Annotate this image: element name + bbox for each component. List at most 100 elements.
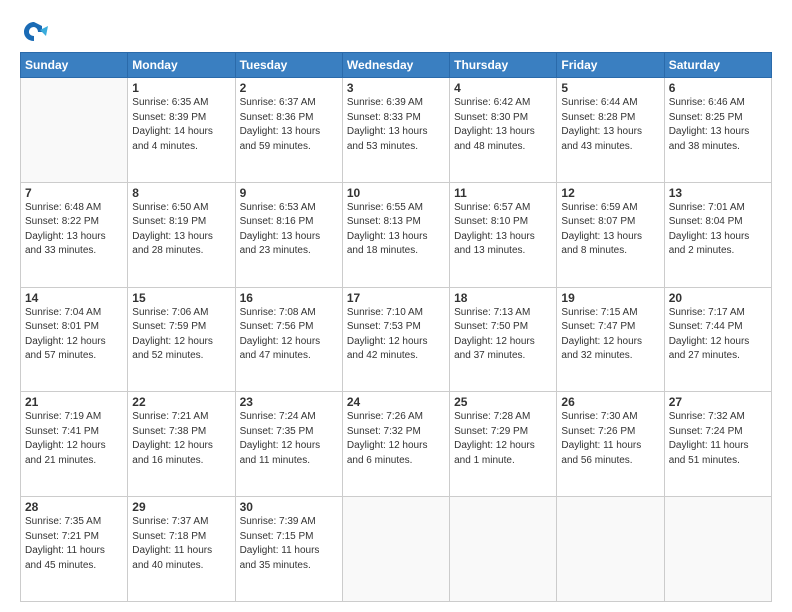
day-info: Sunrise: 7:08 AMSunset: 7:56 PMDaylight:… xyxy=(240,306,338,364)
day-info: Sunrise: 6:44 AMSunset: 8:28 PMDaylight:… xyxy=(561,96,659,154)
day-number: 23 xyxy=(240,395,338,409)
logo xyxy=(20,18,52,46)
day-info: Sunrise: 6:48 AMSunset: 8:22 PMDaylight:… xyxy=(25,201,123,259)
calendar-cell: 13Sunrise: 7:01 AMSunset: 8:04 PMDayligh… xyxy=(664,182,771,287)
logo-icon xyxy=(20,18,48,46)
day-info: Sunrise: 6:53 AMSunset: 8:16 PMDaylight:… xyxy=(240,201,338,259)
calendar-cell: 6Sunrise: 6:46 AMSunset: 8:25 PMDaylight… xyxy=(664,78,771,183)
calendar-cell: 16Sunrise: 7:08 AMSunset: 7:56 PMDayligh… xyxy=(235,287,342,392)
day-number: 30 xyxy=(240,500,338,514)
day-info: Sunrise: 7:21 AMSunset: 7:38 PMDaylight:… xyxy=(132,410,230,468)
day-info: Sunrise: 6:42 AMSunset: 8:30 PMDaylight:… xyxy=(454,96,552,154)
calendar-cell: 21Sunrise: 7:19 AMSunset: 7:41 PMDayligh… xyxy=(21,392,128,497)
calendar-cell xyxy=(557,497,664,602)
weekday-header-tuesday: Tuesday xyxy=(235,53,342,78)
day-number: 10 xyxy=(347,186,445,200)
week-row-1: 1Sunrise: 6:35 AMSunset: 8:39 PMDaylight… xyxy=(21,78,772,183)
day-number: 5 xyxy=(561,81,659,95)
weekday-header-thursday: Thursday xyxy=(450,53,557,78)
day-info: Sunrise: 6:46 AMSunset: 8:25 PMDaylight:… xyxy=(669,96,767,154)
day-info: Sunrise: 7:26 AMSunset: 7:32 PMDaylight:… xyxy=(347,410,445,468)
calendar-cell: 12Sunrise: 6:59 AMSunset: 8:07 PMDayligh… xyxy=(557,182,664,287)
calendar-cell: 3Sunrise: 6:39 AMSunset: 8:33 PMDaylight… xyxy=(342,78,449,183)
day-info: Sunrise: 6:39 AMSunset: 8:33 PMDaylight:… xyxy=(347,96,445,154)
day-number: 3 xyxy=(347,81,445,95)
calendar-cell: 8Sunrise: 6:50 AMSunset: 8:19 PMDaylight… xyxy=(128,182,235,287)
calendar-cell xyxy=(450,497,557,602)
day-number: 9 xyxy=(240,186,338,200)
day-number: 26 xyxy=(561,395,659,409)
day-info: Sunrise: 6:35 AMSunset: 8:39 PMDaylight:… xyxy=(132,96,230,154)
calendar-cell: 17Sunrise: 7:10 AMSunset: 7:53 PMDayligh… xyxy=(342,287,449,392)
day-number: 4 xyxy=(454,81,552,95)
day-number: 24 xyxy=(347,395,445,409)
calendar-cell xyxy=(664,497,771,602)
calendar-cell: 11Sunrise: 6:57 AMSunset: 8:10 PMDayligh… xyxy=(450,182,557,287)
day-number: 12 xyxy=(561,186,659,200)
day-number: 7 xyxy=(25,186,123,200)
day-number: 20 xyxy=(669,291,767,305)
week-row-2: 7Sunrise: 6:48 AMSunset: 8:22 PMDaylight… xyxy=(21,182,772,287)
day-info: Sunrise: 7:30 AMSunset: 7:26 PMDaylight:… xyxy=(561,410,659,468)
day-number: 14 xyxy=(25,291,123,305)
calendar-cell: 14Sunrise: 7:04 AMSunset: 8:01 PMDayligh… xyxy=(21,287,128,392)
calendar-cell: 4Sunrise: 6:42 AMSunset: 8:30 PMDaylight… xyxy=(450,78,557,183)
day-info: Sunrise: 7:39 AMSunset: 7:15 PMDaylight:… xyxy=(240,515,338,573)
weekday-header-friday: Friday xyxy=(557,53,664,78)
day-info: Sunrise: 6:37 AMSunset: 8:36 PMDaylight:… xyxy=(240,96,338,154)
day-info: Sunrise: 6:50 AMSunset: 8:19 PMDaylight:… xyxy=(132,201,230,259)
day-info: Sunrise: 7:01 AMSunset: 8:04 PMDaylight:… xyxy=(669,201,767,259)
day-number: 13 xyxy=(669,186,767,200)
day-number: 25 xyxy=(454,395,552,409)
day-number: 29 xyxy=(132,500,230,514)
calendar-cell: 28Sunrise: 7:35 AMSunset: 7:21 PMDayligh… xyxy=(21,497,128,602)
weekday-header-row: SundayMondayTuesdayWednesdayThursdayFrid… xyxy=(21,53,772,78)
calendar-cell: 22Sunrise: 7:21 AMSunset: 7:38 PMDayligh… xyxy=(128,392,235,497)
day-info: Sunrise: 7:10 AMSunset: 7:53 PMDaylight:… xyxy=(347,306,445,364)
day-number: 19 xyxy=(561,291,659,305)
calendar-cell: 25Sunrise: 7:28 AMSunset: 7:29 PMDayligh… xyxy=(450,392,557,497)
day-info: Sunrise: 7:37 AMSunset: 7:18 PMDaylight:… xyxy=(132,515,230,573)
day-info: Sunrise: 7:06 AMSunset: 7:59 PMDaylight:… xyxy=(132,306,230,364)
day-info: Sunrise: 7:28 AMSunset: 7:29 PMDaylight:… xyxy=(454,410,552,468)
day-number: 8 xyxy=(132,186,230,200)
calendar-cell: 2Sunrise: 6:37 AMSunset: 8:36 PMDaylight… xyxy=(235,78,342,183)
calendar-cell: 5Sunrise: 6:44 AMSunset: 8:28 PMDaylight… xyxy=(557,78,664,183)
calendar-cell: 23Sunrise: 7:24 AMSunset: 7:35 PMDayligh… xyxy=(235,392,342,497)
calendar-cell: 29Sunrise: 7:37 AMSunset: 7:18 PMDayligh… xyxy=(128,497,235,602)
day-info: Sunrise: 7:13 AMSunset: 7:50 PMDaylight:… xyxy=(454,306,552,364)
calendar-cell: 7Sunrise: 6:48 AMSunset: 8:22 PMDaylight… xyxy=(21,182,128,287)
calendar-cell: 18Sunrise: 7:13 AMSunset: 7:50 PMDayligh… xyxy=(450,287,557,392)
day-info: Sunrise: 6:55 AMSunset: 8:13 PMDaylight:… xyxy=(347,201,445,259)
day-info: Sunrise: 7:17 AMSunset: 7:44 PMDaylight:… xyxy=(669,306,767,364)
day-number: 22 xyxy=(132,395,230,409)
day-info: Sunrise: 7:24 AMSunset: 7:35 PMDaylight:… xyxy=(240,410,338,468)
day-number: 27 xyxy=(669,395,767,409)
calendar-cell: 1Sunrise: 6:35 AMSunset: 8:39 PMDaylight… xyxy=(128,78,235,183)
week-row-5: 28Sunrise: 7:35 AMSunset: 7:21 PMDayligh… xyxy=(21,497,772,602)
day-number: 18 xyxy=(454,291,552,305)
weekday-header-saturday: Saturday xyxy=(664,53,771,78)
calendar-cell xyxy=(21,78,128,183)
day-number: 1 xyxy=(132,81,230,95)
day-info: Sunrise: 7:04 AMSunset: 8:01 PMDaylight:… xyxy=(25,306,123,364)
day-number: 2 xyxy=(240,81,338,95)
day-info: Sunrise: 7:35 AMSunset: 7:21 PMDaylight:… xyxy=(25,515,123,573)
day-number: 16 xyxy=(240,291,338,305)
day-number: 6 xyxy=(669,81,767,95)
calendar-cell: 19Sunrise: 7:15 AMSunset: 7:47 PMDayligh… xyxy=(557,287,664,392)
calendar-cell: 10Sunrise: 6:55 AMSunset: 8:13 PMDayligh… xyxy=(342,182,449,287)
calendar-cell: 27Sunrise: 7:32 AMSunset: 7:24 PMDayligh… xyxy=(664,392,771,497)
week-row-4: 21Sunrise: 7:19 AMSunset: 7:41 PMDayligh… xyxy=(21,392,772,497)
calendar-cell: 15Sunrise: 7:06 AMSunset: 7:59 PMDayligh… xyxy=(128,287,235,392)
day-number: 21 xyxy=(25,395,123,409)
weekday-header-sunday: Sunday xyxy=(21,53,128,78)
day-number: 28 xyxy=(25,500,123,514)
calendar-cell: 30Sunrise: 7:39 AMSunset: 7:15 PMDayligh… xyxy=(235,497,342,602)
calendar-cell xyxy=(342,497,449,602)
day-number: 11 xyxy=(454,186,552,200)
day-info: Sunrise: 7:15 AMSunset: 7:47 PMDaylight:… xyxy=(561,306,659,364)
calendar-cell: 20Sunrise: 7:17 AMSunset: 7:44 PMDayligh… xyxy=(664,287,771,392)
calendar-table: SundayMondayTuesdayWednesdayThursdayFrid… xyxy=(20,52,772,602)
calendar-cell: 26Sunrise: 7:30 AMSunset: 7:26 PMDayligh… xyxy=(557,392,664,497)
